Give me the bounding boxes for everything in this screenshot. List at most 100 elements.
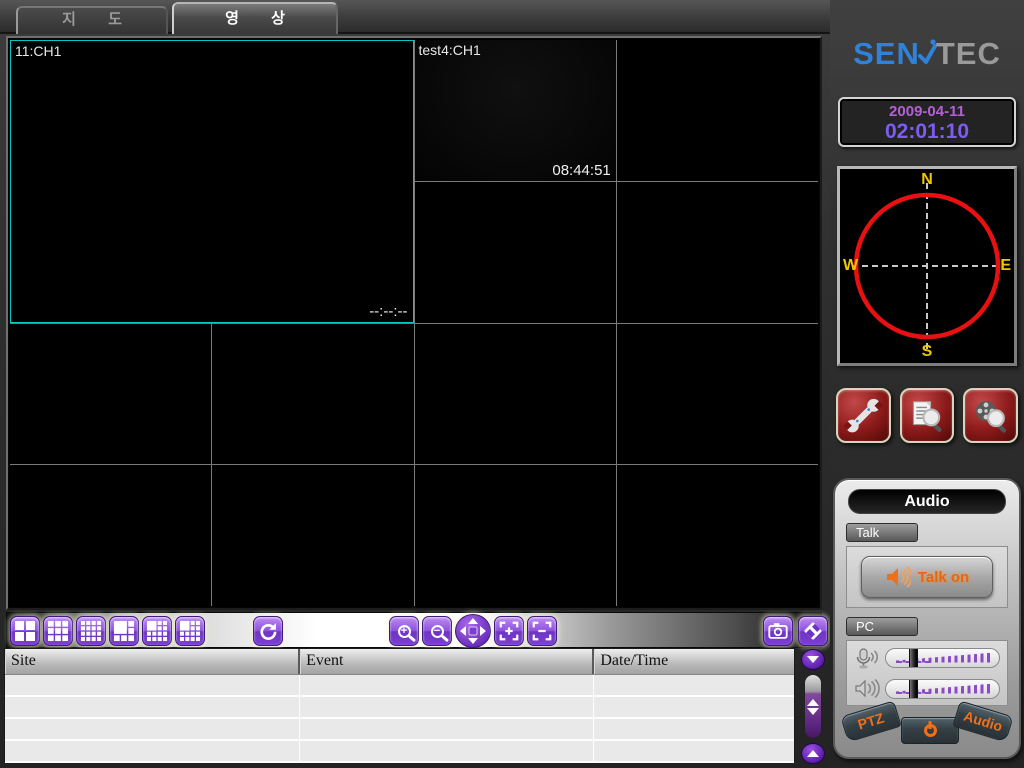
video-cell-empty[interactable]	[10, 465, 211, 606]
talk-section: Talk on	[846, 546, 1008, 608]
wrench-icon	[843, 396, 883, 436]
video-grid-13view: 11:CH1 --:--:-- test4:CH1 08:44:51	[10, 40, 818, 606]
talk-on-label: Talk on	[918, 569, 969, 586]
power-button[interactable]	[901, 717, 959, 744]
table-row[interactable]	[5, 697, 794, 719]
grid-6view-icon	[113, 620, 135, 642]
film-search-icon	[971, 396, 1011, 436]
video-toolbar	[6, 612, 822, 648]
floppy-disk-icon	[802, 620, 824, 642]
audio-panel-button[interactable]: Audio	[952, 700, 1013, 742]
arrow-up-icon	[468, 618, 478, 624]
event-log-table: Site Event Date/Time	[4, 648, 795, 762]
video-cell-empty[interactable]	[617, 40, 818, 181]
talk-on-button[interactable]: Talk on	[861, 556, 993, 598]
layout-8view-button[interactable]	[142, 616, 172, 646]
table-row[interactable]	[5, 741, 794, 763]
power-icon	[924, 724, 937, 737]
zoom-out-icon	[431, 625, 444, 638]
log-search-button[interactable]	[900, 388, 955, 443]
video-search-button[interactable]	[963, 388, 1018, 443]
focus-plus-button[interactable]	[494, 616, 524, 646]
save-button[interactable]	[798, 616, 828, 646]
video-cell-empty[interactable]	[617, 182, 818, 323]
tab-map[interactable]: 지 도	[16, 6, 168, 34]
video-cell-empty[interactable]	[415, 465, 616, 606]
arrow-left-icon	[460, 626, 466, 636]
video-cell-selected[interactable]: 11:CH1 --:--:--	[10, 40, 414, 323]
layout-13view-button[interactable]	[175, 616, 205, 646]
camera-timestamp: 08:44:51	[552, 162, 610, 179]
layout-16view-button[interactable]	[76, 616, 106, 646]
camera-timestamp: --:--:--	[369, 303, 407, 320]
sentec-logo: SENTEC	[830, 36, 1024, 72]
chevron-down-icon	[807, 708, 819, 715]
refresh-icon	[258, 621, 278, 641]
layout-9view-button[interactable]	[43, 616, 73, 646]
chevron-down-icon	[807, 656, 819, 663]
scrollbar-thumb[interactable]	[804, 674, 822, 739]
compass-south-label: S	[922, 343, 933, 361]
talk-section-label: Talk	[846, 523, 918, 542]
camera-label: test4:CH1	[419, 42, 481, 58]
document-search-icon	[907, 396, 947, 436]
column-header-datetime[interactable]: Date/Time	[594, 649, 794, 674]
table-row[interactable]	[5, 675, 794, 697]
grid-8view-icon	[146, 620, 168, 642]
camera-icon	[767, 620, 789, 642]
video-cell-empty[interactable]	[415, 324, 616, 465]
right-sidebar: SENTEC 2009-04-11 02:01:10 N S W E	[830, 0, 1024, 768]
zoom-in-button[interactable]	[389, 616, 419, 646]
scroll-up-button[interactable]	[801, 743, 825, 764]
ptz-panel-button[interactable]: PTZ	[840, 700, 901, 742]
video-cell-empty[interactable]	[212, 324, 413, 465]
snapshot-button[interactable]	[763, 616, 793, 646]
grid-4x4-icon	[80, 620, 102, 642]
grid-2x2-icon	[14, 620, 36, 642]
mic-volume-slider[interactable]	[885, 648, 1000, 668]
layout-4view-button[interactable]	[10, 616, 40, 646]
tab-video[interactable]: 영 상	[172, 2, 338, 34]
compass-north-label: N	[921, 171, 933, 189]
refresh-button[interactable]	[253, 616, 283, 646]
focus-plus-icon	[498, 620, 520, 642]
compass-west-label: W	[843, 257, 858, 275]
slider-handle[interactable]	[909, 648, 918, 668]
dpad-center	[469, 627, 478, 636]
grid-3x3-icon	[47, 620, 69, 642]
chevron-up-icon	[807, 750, 819, 757]
video-display-area: 11:CH1 --:--:-- test4:CH1 08:44:51	[6, 36, 822, 610]
datetime-display: 2009-04-11 02:01:10	[838, 97, 1016, 147]
output-volume-slider[interactable]	[885, 679, 1000, 699]
column-header-site[interactable]: Site	[5, 649, 300, 674]
video-cell-empty[interactable]	[212, 465, 413, 606]
column-header-event[interactable]: Event	[300, 649, 594, 674]
arrow-down-icon	[468, 638, 478, 644]
tool-buttons	[836, 388, 1018, 443]
speaker-icon	[885, 565, 911, 589]
video-cell-empty[interactable]	[617, 324, 818, 465]
pc-section-label: PC	[846, 617, 918, 636]
grid-13view-icon	[179, 620, 201, 642]
event-table-scrollbar	[799, 649, 827, 764]
slider-handle[interactable]	[909, 679, 918, 699]
current-time: 02:01:10	[840, 121, 1014, 143]
setup-button[interactable]	[836, 388, 891, 443]
layout-6view-button[interactable]	[109, 616, 139, 646]
ptz-compass[interactable]: N S W E	[837, 166, 1017, 366]
chevron-up-icon	[807, 699, 819, 706]
ptz-direction-pad[interactable]	[455, 614, 491, 648]
event-table-header: Site Event Date/Time	[5, 649, 794, 675]
focus-minus-button[interactable]	[527, 616, 557, 646]
video-cell-empty[interactable]	[617, 465, 818, 606]
video-cell-empty[interactable]	[415, 182, 616, 323]
panel-switch-buttons: PTZ Audio	[835, 697, 1019, 749]
scroll-down-button[interactable]	[801, 649, 825, 670]
compass-dial-icon	[840, 169, 1014, 363]
video-cell-empty[interactable]	[10, 324, 211, 465]
video-cell-test4[interactable]: test4:CH1 08:44:51	[415, 40, 616, 181]
table-row[interactable]	[5, 719, 794, 741]
focus-minus-icon	[531, 620, 553, 642]
current-date: 2009-04-11	[840, 103, 1014, 121]
zoom-out-button[interactable]	[422, 616, 452, 646]
